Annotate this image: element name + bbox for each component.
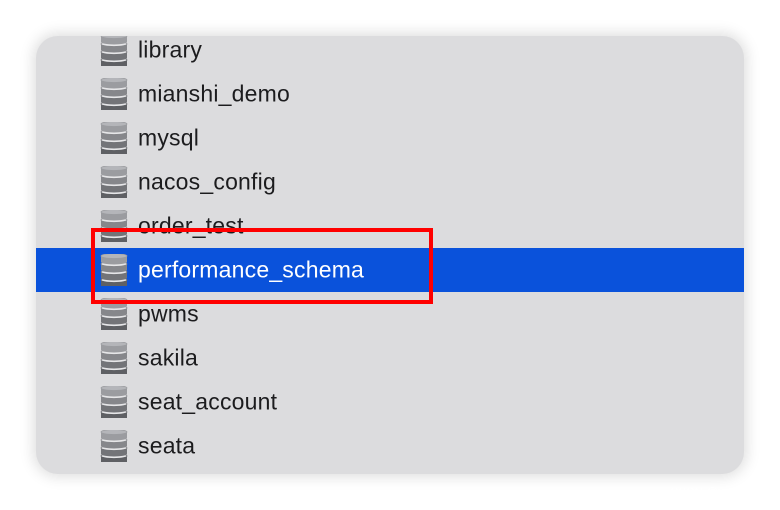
database-item-mysql[interactable]: mysql — [36, 116, 744, 160]
database-label: nacos_config — [138, 168, 276, 195]
database-item-nacos-config[interactable]: nacos_config — [36, 160, 744, 204]
database-label: seata — [138, 432, 196, 459]
database-icon — [100, 254, 128, 286]
database-label: mysql — [138, 124, 200, 151]
database-icon — [100, 430, 128, 462]
watermark: CSDN @w_1998 — [670, 486, 760, 498]
database-label: sakila — [138, 344, 199, 371]
database-icon — [100, 36, 128, 66]
database-icon — [100, 386, 128, 418]
database-label: mianshi_demo — [138, 80, 290, 107]
database-item-sakila[interactable]: sakila — [36, 336, 744, 380]
database-item-order-test[interactable]: order_test — [36, 204, 744, 248]
database-label: order_test — [138, 212, 244, 239]
database-item-mianshi-demo[interactable]: mianshi_demo — [36, 72, 744, 116]
database-list: library mianshi_demo mysql nacos_config … — [36, 36, 744, 468]
database-label: pwms — [138, 300, 199, 327]
database-item-library[interactable]: library — [36, 36, 744, 72]
database-label: library — [138, 36, 203, 63]
database-label: performance_schema — [138, 256, 365, 283]
screenshot-stage: library mianshi_demo mysql nacos_config … — [0, 0, 780, 510]
database-icon — [100, 122, 128, 154]
database-item-seata[interactable]: seata — [36, 424, 744, 468]
database-icon — [100, 210, 128, 242]
database-item-pwms[interactable]: pwms — [36, 292, 744, 336]
database-icon — [100, 298, 128, 330]
database-item-seat-account[interactable]: seat_account — [36, 380, 744, 424]
database-list-panel: library mianshi_demo mysql nacos_config … — [36, 36, 744, 474]
database-label: seat_account — [138, 388, 278, 415]
database-icon — [100, 78, 128, 110]
database-item-performance-schema[interactable]: performance_schema — [36, 248, 744, 292]
database-icon — [100, 342, 128, 374]
database-icon — [100, 166, 128, 198]
